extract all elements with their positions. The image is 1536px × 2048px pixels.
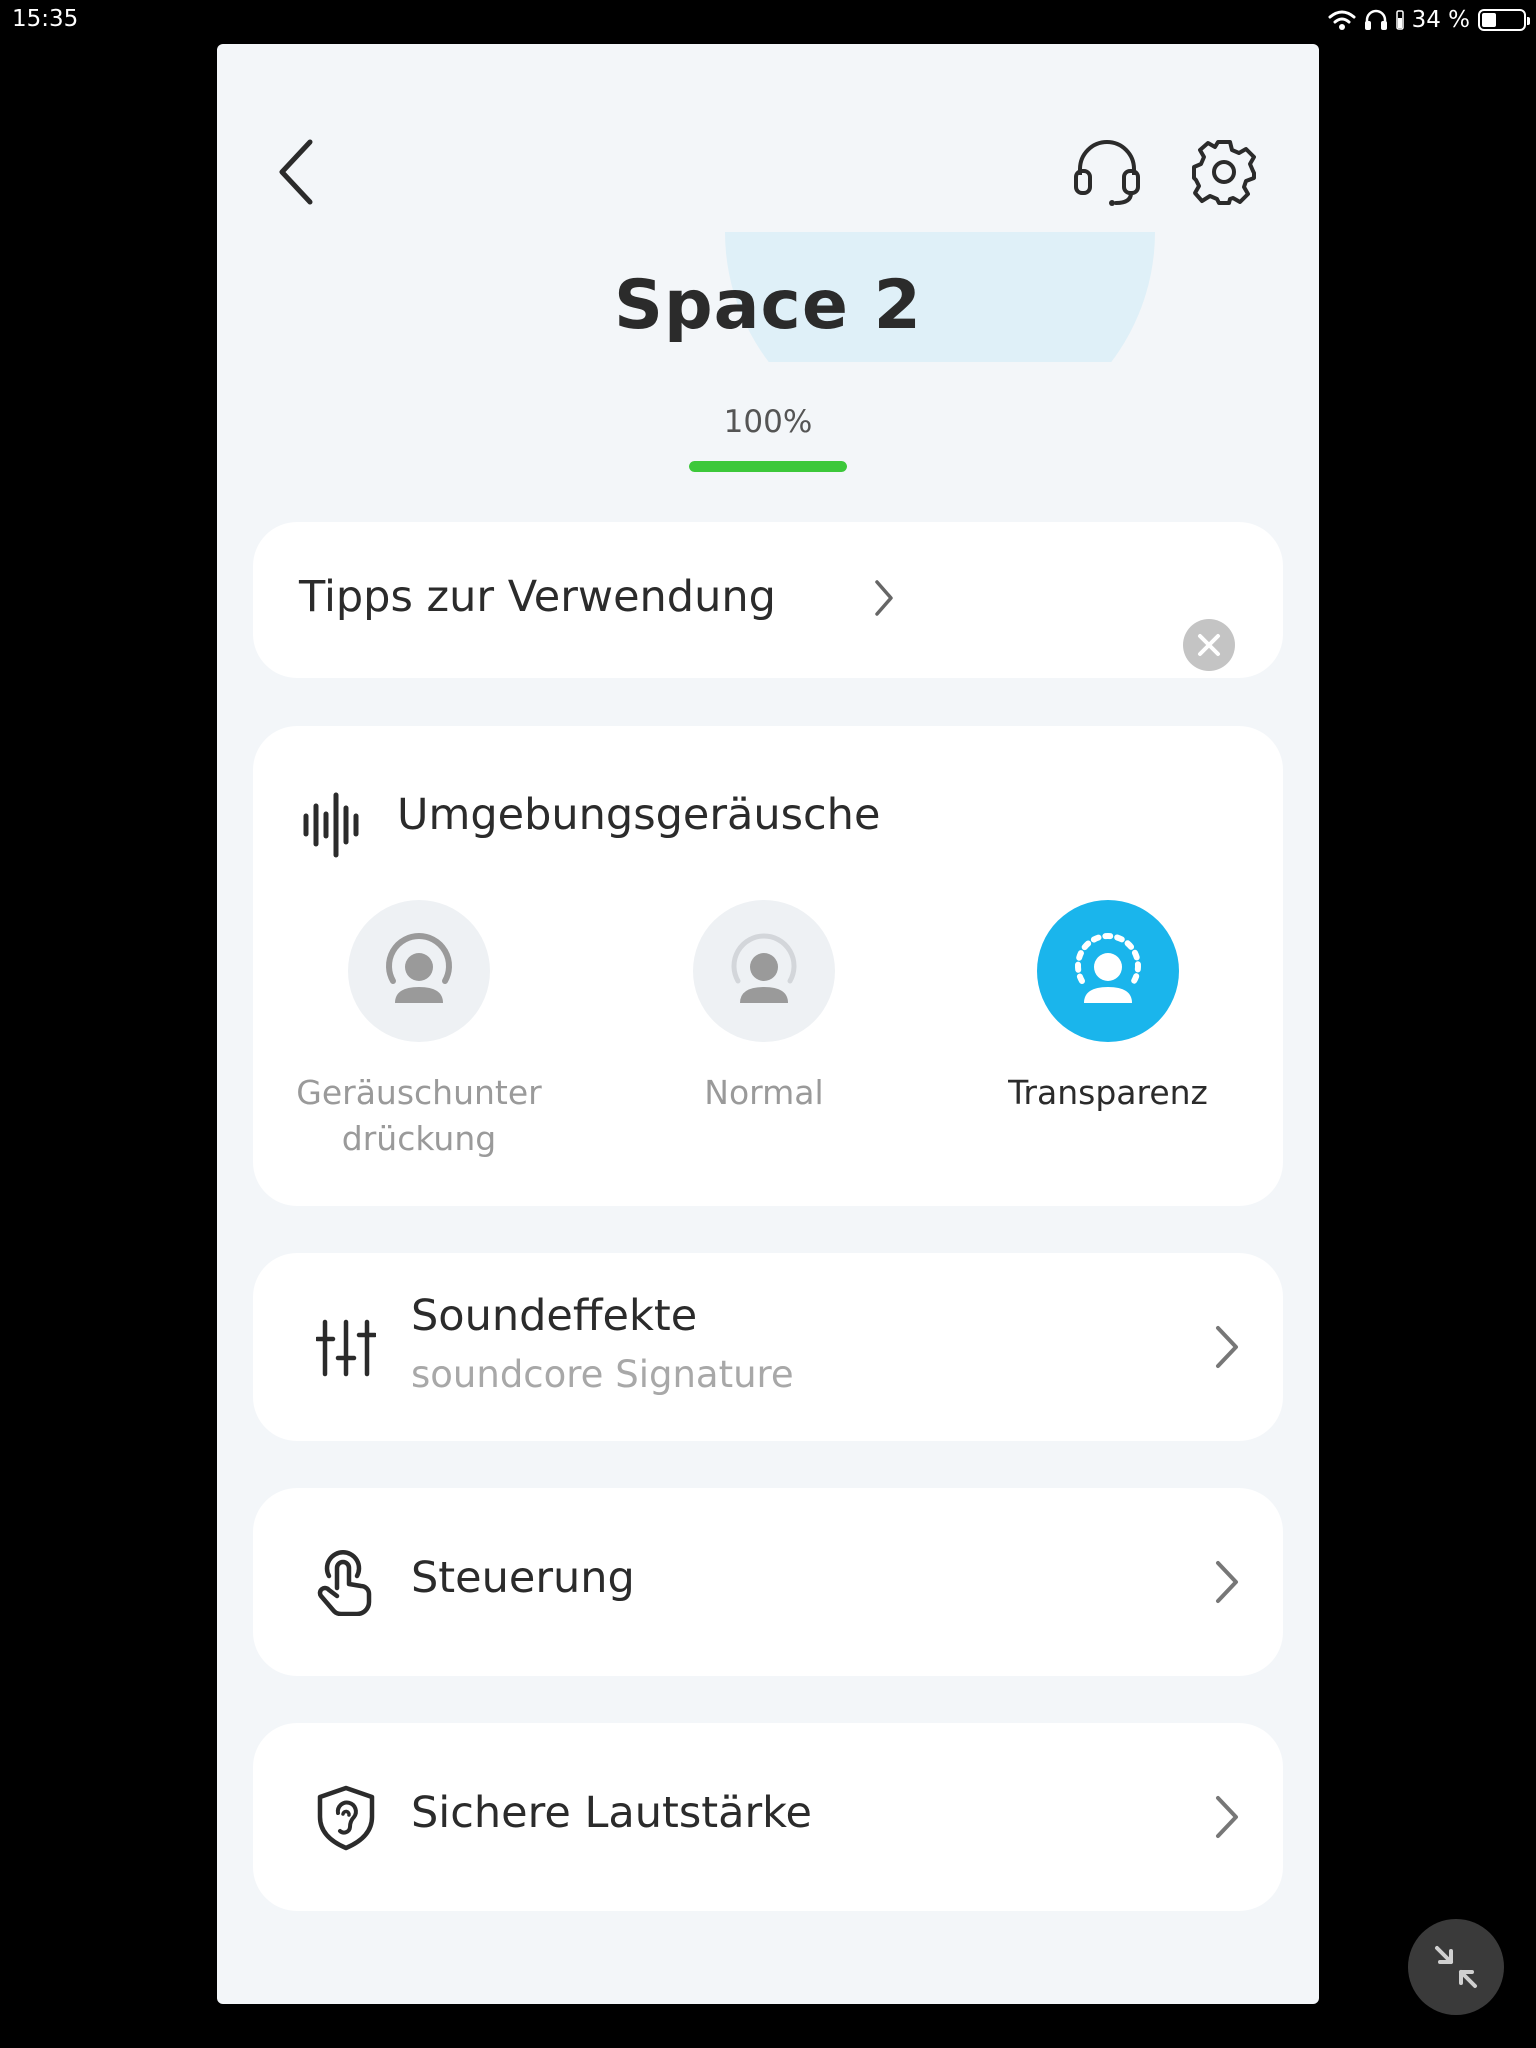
mode-transparency[interactable]: Transparenz xyxy=(968,900,1248,1116)
sound-effects-row[interactable]: Soundeffekte soundcore Signature xyxy=(253,1253,1283,1441)
mode-noise-cancelling-label-line1: Geräuschunter xyxy=(296,1073,542,1112)
mode-noise-cancelling-label-line2: drückung xyxy=(341,1119,497,1158)
sound-effects-title: Soundeffekte xyxy=(411,1291,698,1341)
soundwave-icon xyxy=(303,792,359,858)
status-indicators: 34 % xyxy=(1328,4,1530,36)
chevron-right-icon xyxy=(1216,1796,1238,1838)
app-screen: Space 2 100% Tipps zur Verwendung Umgebu… xyxy=(217,44,1319,2004)
mode-transparency-circle[interactable] xyxy=(1037,900,1179,1042)
gear-icon xyxy=(1192,140,1256,205)
mode-normal[interactable]: Normal xyxy=(624,900,904,1116)
close-icon[interactable] xyxy=(1183,619,1235,671)
wifi-icon xyxy=(1328,10,1356,30)
sound-effects-subtitle: soundcore Signature xyxy=(411,1353,794,1396)
safe-volume-title: Sichere Lautstärke xyxy=(411,1788,812,1838)
back-button[interactable] xyxy=(261,132,331,212)
noise-cancelling-icon xyxy=(386,933,452,1003)
chevron-left-icon xyxy=(279,139,313,205)
tips-label: Tipps zur Verwendung xyxy=(299,572,776,622)
chevron-right-icon xyxy=(1216,1561,1238,1603)
mode-noise-cancelling[interactable]: Geräuschunter drückung xyxy=(279,900,559,1162)
headphone-battery-icon xyxy=(1395,10,1404,30)
mode-normal-label: Normal xyxy=(704,1073,824,1112)
collapse-arrows-icon xyxy=(1435,1946,1477,1988)
battery-icon xyxy=(1478,9,1530,31)
mode-transparency-label: Transparenz xyxy=(1008,1073,1208,1112)
headset-icon xyxy=(1074,140,1140,206)
battery-level-fill xyxy=(1482,13,1496,27)
settings-button[interactable] xyxy=(1184,132,1264,212)
touch-icon xyxy=(311,1548,381,1618)
chevron-right-icon xyxy=(1216,1326,1238,1368)
device-name: Space 2 xyxy=(614,266,922,345)
chevron-right-icon xyxy=(875,580,893,616)
control-title: Steuerung xyxy=(411,1553,635,1603)
safe-volume-row[interactable]: Sichere Lautstärke xyxy=(253,1723,1283,1911)
mode-normal-circle[interactable] xyxy=(693,900,835,1042)
mode-noise-cancelling-label: Geräuschunter drückung xyxy=(279,1070,559,1162)
equalizer-icon xyxy=(311,1313,381,1383)
ear-shield-icon xyxy=(311,1783,381,1853)
normal-mode-icon xyxy=(731,933,797,1003)
mode-noise-cancelling-circle[interactable] xyxy=(348,900,490,1042)
tips-card[interactable]: Tipps zur Verwendung xyxy=(253,522,1283,678)
collapse-button[interactable] xyxy=(1408,1919,1504,2015)
device-battery-bar xyxy=(689,461,847,472)
headphones-icon xyxy=(1364,9,1387,30)
ambient-sound-card: Umgebungsgeräusche Geräuschunter drückun… xyxy=(253,726,1283,1206)
transparency-icon xyxy=(1075,933,1141,1003)
control-row[interactable]: Steuerung xyxy=(253,1488,1283,1676)
support-button[interactable] xyxy=(1067,132,1147,212)
status-bar: 15:35 34 % xyxy=(0,0,1536,40)
device-battery-text: 100% xyxy=(723,404,813,440)
battery-percent: 34 % xyxy=(1411,7,1470,33)
status-time: 15:35 xyxy=(12,6,79,32)
ambient-title: Umgebungsgeräusche xyxy=(397,790,881,840)
device-battery-fill xyxy=(689,461,847,472)
